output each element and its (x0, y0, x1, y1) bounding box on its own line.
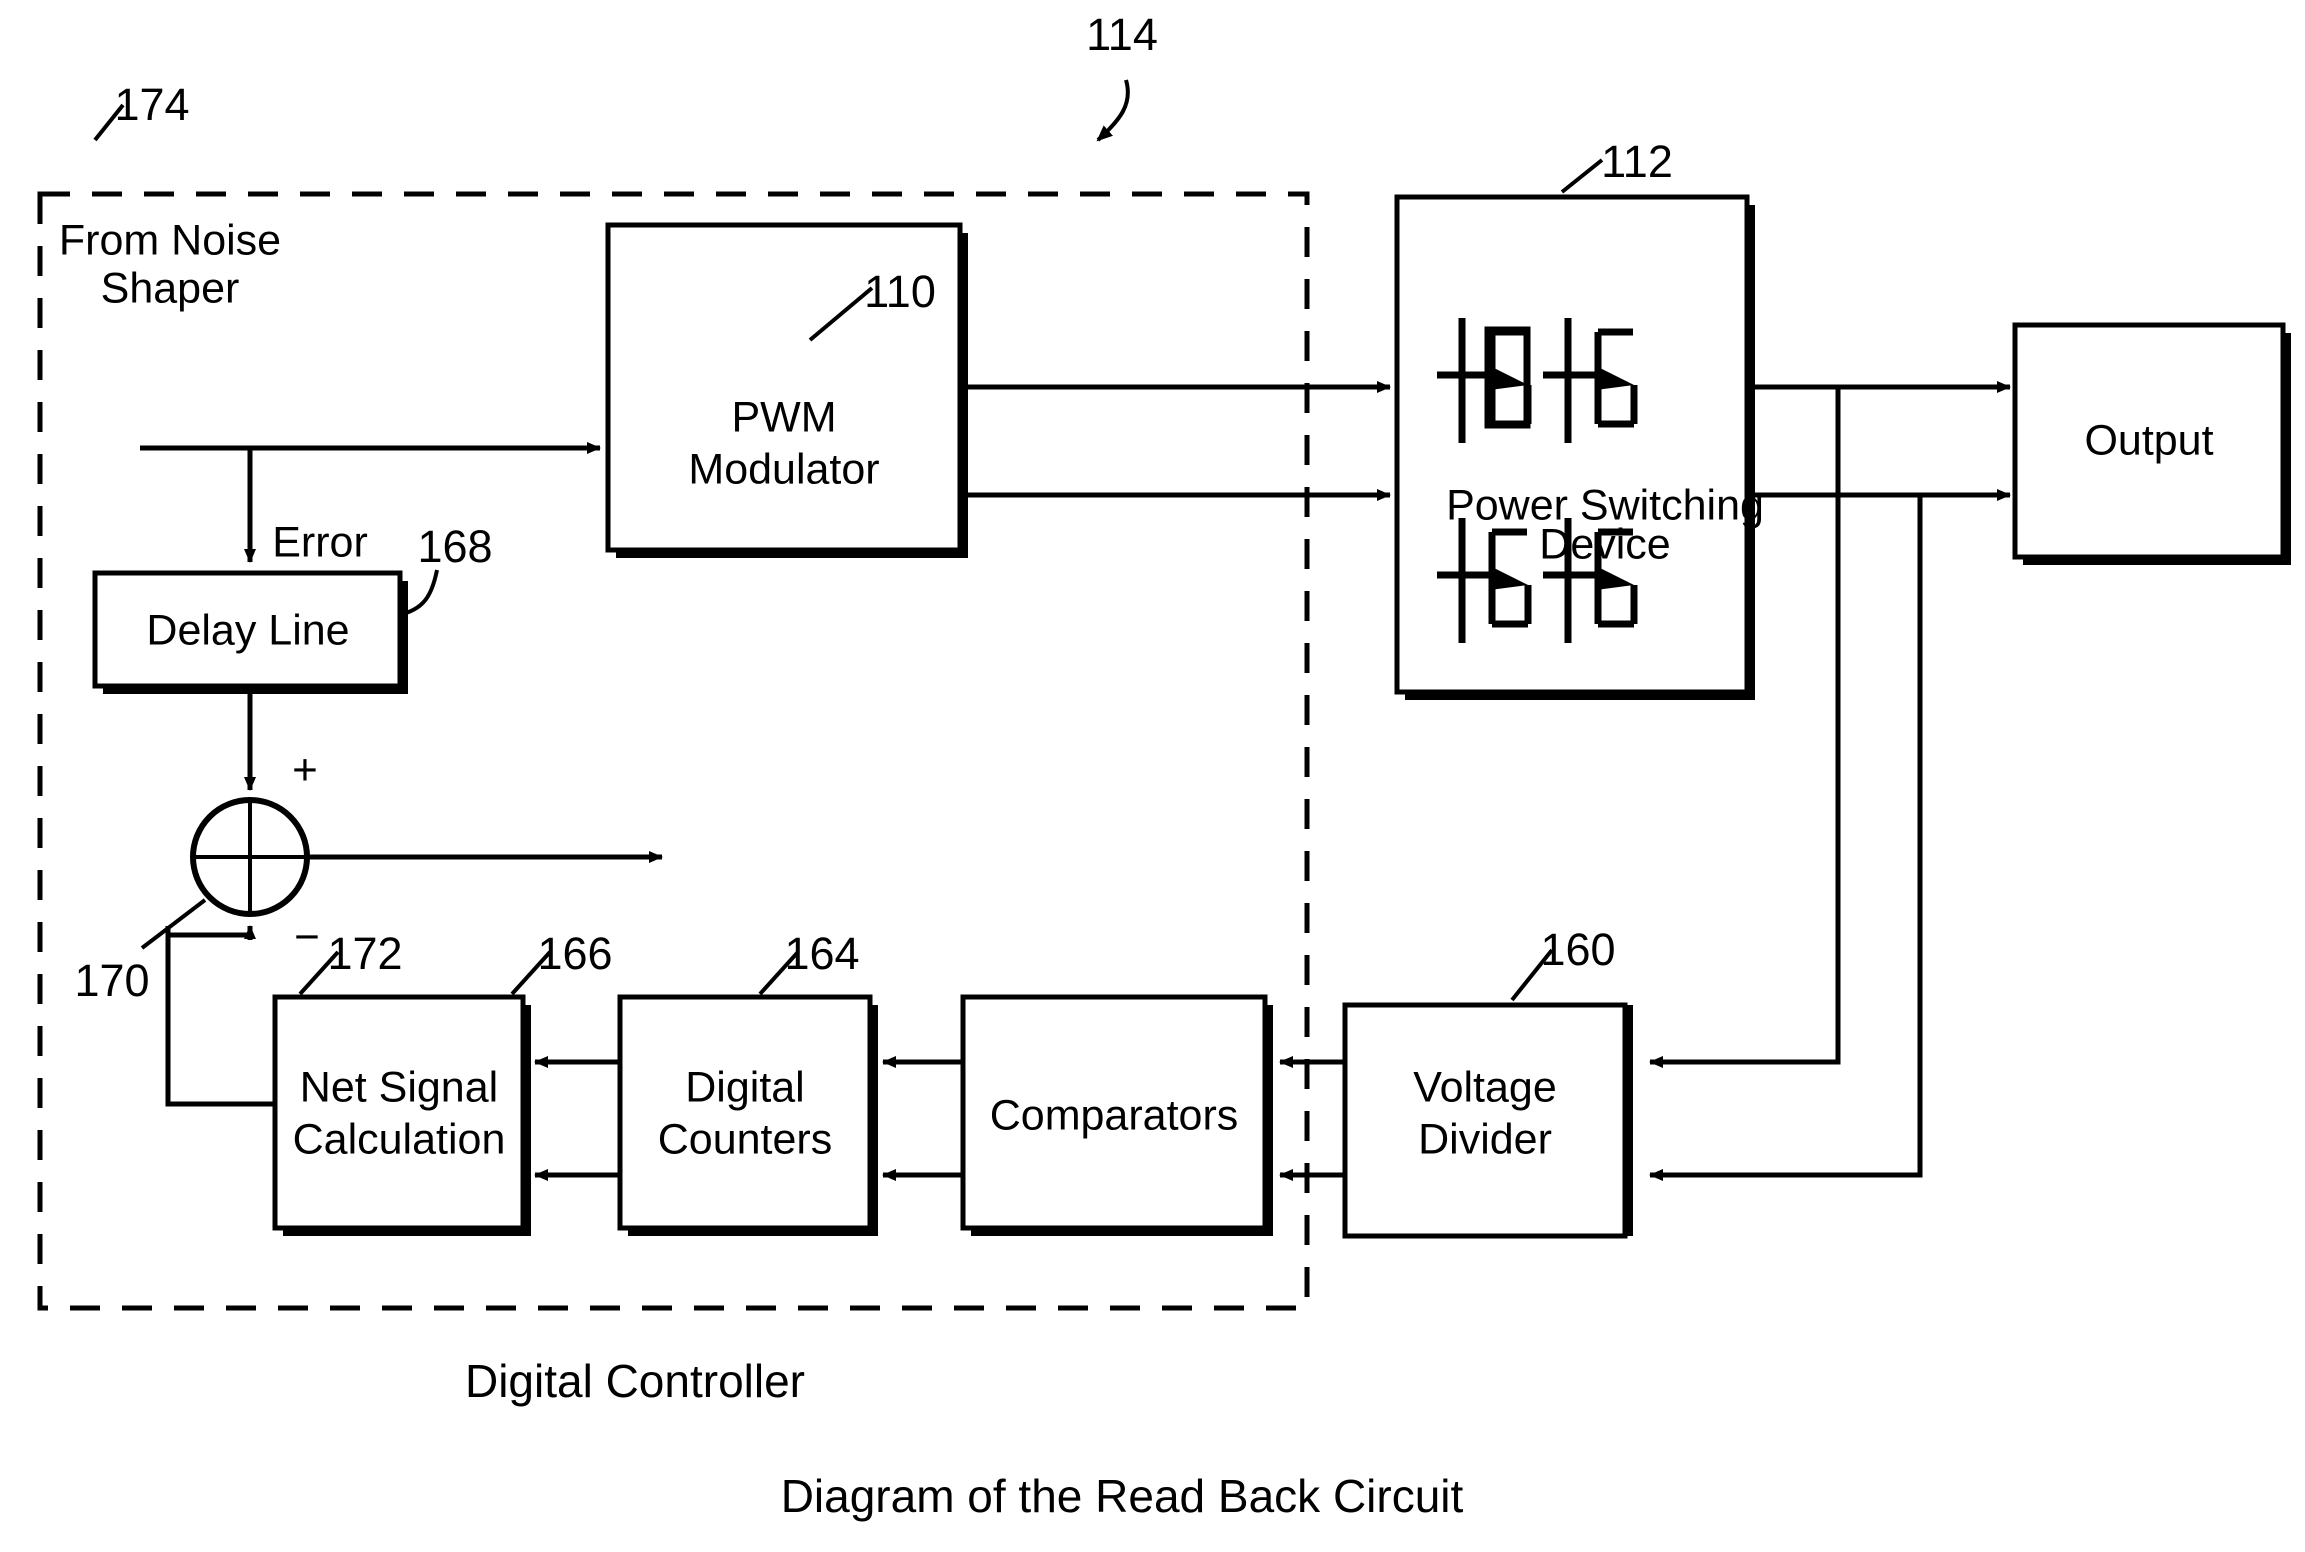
ref-num-112: 112 (1601, 136, 1673, 187)
source-label-line1: From Noise (59, 216, 281, 264)
net-signal-label-line2: Calculation (293, 1115, 506, 1163)
figure-caption: Diagram of the Read Back Circuit (781, 1470, 1464, 1522)
enclosure-label: Digital Controller (465, 1355, 805, 1407)
digital-counters-label-line2: Counters (658, 1115, 832, 1163)
digital-counters-label-line1: Digital (685, 1063, 805, 1111)
leader-170 (140, 898, 207, 950)
wire-feedback-link (165, 932, 250, 1104)
leader-114 (1096, 79, 1130, 142)
voltage-divider-label-line2: Divider (1418, 1115, 1552, 1163)
wire-feedback-to-sum (165, 926, 275, 1107)
read-back-circuit-diagram: 114 174 From Noise Shaper PWM Modulator … (37, 9, 2291, 1522)
ref-num-168: 168 (417, 521, 492, 572)
error-label: Error (272, 518, 368, 566)
figure-canvas: 114 174 From Noise Shaper PWM Modulator … (0, 0, 2305, 1552)
voltage-divider-label-line1: Voltage (1413, 1063, 1556, 1111)
output-label: Output (2084, 416, 2213, 464)
plus-sign-label: + (292, 746, 318, 795)
delay-line-label: Delay Line (146, 606, 349, 654)
net-signal-label-line1: Net Signal (300, 1063, 498, 1111)
source-label-line2: Shaper (101, 264, 240, 312)
pwm-modulator-label-line2: Modulator (688, 445, 879, 493)
ref-num-174: 174 (114, 79, 189, 130)
leader-112 (1560, 158, 1604, 194)
ref-num-160: 160 (1540, 924, 1615, 975)
digital-counters-block[interactable] (617, 994, 873, 1231)
pwm-modulator-label-line1: PWM (731, 393, 836, 441)
leader-160 (1510, 948, 1554, 1002)
ref-num-170: 170 (74, 955, 149, 1006)
ref-num-114: 114 (1086, 9, 1158, 60)
ref-num-110: 110 (864, 266, 936, 317)
power-switching-device-block[interactable] (1394, 194, 1750, 695)
comparators-label: Comparators (990, 1091, 1239, 1139)
power-switch-caption-line2: Device (1539, 520, 1670, 568)
minus-sign-label: − (294, 913, 320, 962)
net-signal-calculation-block[interactable] (272, 994, 526, 1231)
